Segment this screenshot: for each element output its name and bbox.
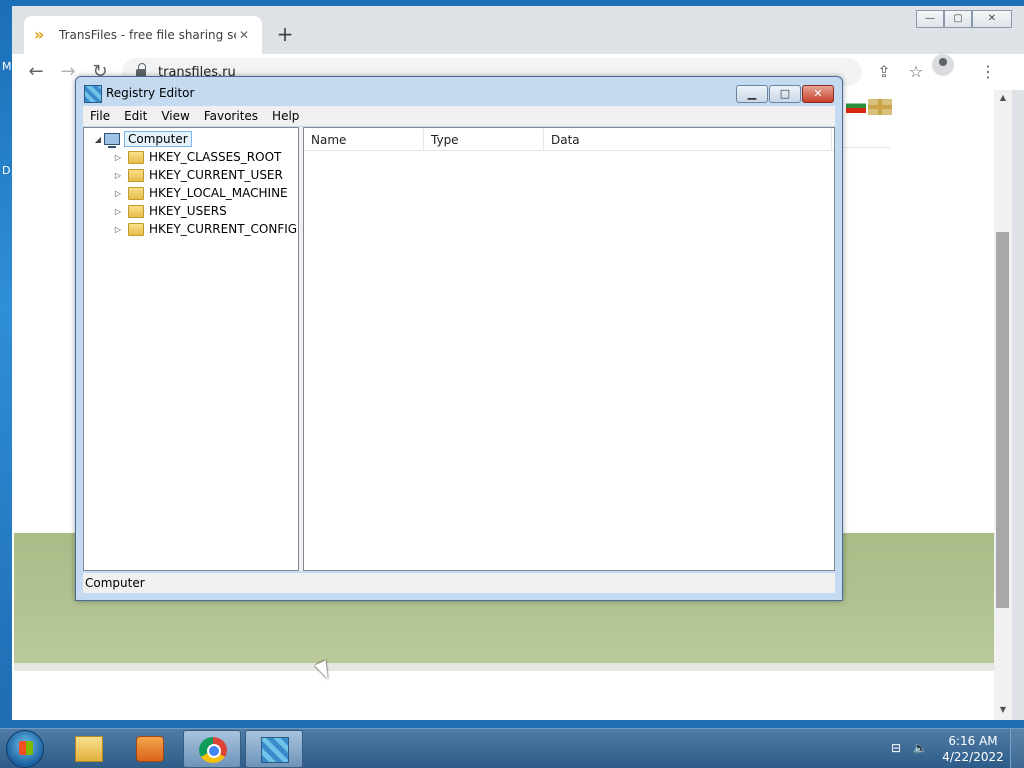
column-header-type[interactable]: Type (424, 129, 544, 151)
maximize-button[interactable]: □ (769, 85, 801, 103)
tree-item-hkey-users[interactable]: ▷ HKEY_USERS (112, 202, 227, 220)
network-icon[interactable]: ⊟ (888, 741, 904, 755)
scroll-up-arrow-icon[interactable]: ▲ (994, 90, 1012, 106)
minimize-button[interactable]: — (916, 10, 944, 28)
show-desktop-button[interactable] (1010, 729, 1024, 768)
menu-favorites[interactable]: Favorites (197, 109, 265, 123)
restore-button[interactable]: ▢ (944, 10, 972, 28)
status-bar: Computer (83, 573, 835, 593)
taskbar: ⊟ 🔈 6:16 AM 4/22/2022 (0, 728, 1024, 768)
menu-edit[interactable]: Edit (117, 109, 154, 123)
menu-view[interactable]: View (154, 109, 196, 123)
tree-item-label: HKEY_USERS (149, 204, 227, 218)
language-flags (846, 99, 892, 115)
browser-titlebar: » TransFiles - free file sharing servi ✕… (12, 6, 1024, 54)
clock-date: 4/22/2022 (942, 750, 1004, 764)
menu-kebab-icon[interactable]: ⋮ (976, 60, 1000, 84)
menu-help[interactable]: Help (265, 109, 306, 123)
close-button[interactable]: ✕ (972, 10, 1012, 28)
taskbar-explorer[interactable] (60, 730, 118, 768)
browser-tab[interactable]: » TransFiles - free file sharing servi ✕ (24, 16, 262, 54)
folder-icon (128, 168, 144, 182)
tab-title: TransFiles - free file sharing servi (59, 28, 236, 42)
media-player-icon (136, 736, 164, 762)
tree-item-hkey-current-config[interactable]: ▷ HKEY_CURRENT_CONFIG (112, 220, 297, 238)
tree-item-label: HKEY_CURRENT_USER (149, 168, 283, 182)
tree-item-hkey-classes-root[interactable]: ▷ HKEY_CLASSES_ROOT (112, 148, 281, 166)
page-footer-strip (14, 663, 994, 671)
taskbar-chrome[interactable] (183, 730, 241, 768)
system-tray: ⊟ 🔈 (888, 741, 928, 755)
profile-avatar[interactable] (932, 54, 954, 76)
start-button[interactable] (6, 730, 44, 768)
regedit-icon (261, 737, 289, 763)
tree-item-hkey-current-user[interactable]: ▷ HKEY_CURRENT_USER (112, 166, 283, 184)
tree-item-label: HKEY_CURRENT_CONFIG (149, 222, 298, 236)
taskbar-clock[interactable]: 6:16 AM 4/22/2022 (940, 733, 1006, 765)
column-header-data[interactable]: Data (544, 129, 832, 151)
expand-arrow-icon[interactable]: ▷ (112, 225, 124, 234)
registry-panes: ◢ Computer ▷ HKEY_CLASSES_ROOT ▷ HKEY_CU… (83, 127, 835, 571)
expand-arrow-icon[interactable]: ▷ (112, 189, 124, 198)
folder-icon (75, 736, 103, 762)
bookmark-star-icon[interactable]: ☆ (904, 60, 928, 84)
tree-item-label: HKEY_CLASSES_ROOT (149, 150, 282, 164)
taskbar-regedit[interactable] (245, 730, 303, 768)
taskbar-media-player[interactable] (121, 730, 179, 768)
expand-arrow-icon[interactable]: ▷ (112, 153, 124, 162)
folder-icon (128, 222, 144, 236)
window-title: Registry Editor (106, 86, 195, 100)
chrome-icon (199, 737, 227, 763)
tree-item-label: HKEY_LOCAL_MACHINE (149, 186, 288, 200)
tree-item-hkey-local-machine[interactable]: ▷ HKEY_LOCAL_MACHINE (112, 184, 288, 202)
tree-root-computer[interactable]: ◢ Computer (92, 130, 192, 148)
divider (842, 147, 890, 148)
minimize-button[interactable]: ▁ (736, 85, 768, 103)
regedit-icon (84, 85, 102, 103)
desktop-text: M (2, 60, 12, 73)
close-button[interactable]: ✕ (802, 85, 834, 103)
scroll-down-arrow-icon[interactable]: ▼ (994, 702, 1012, 718)
tab-close-icon[interactable]: ✕ (236, 28, 252, 42)
registry-editor-window: Registry Editor ▁ □ ✕ File Edit View Fav… (75, 76, 843, 601)
computer-icon (104, 133, 120, 148)
collapse-arrow-icon[interactable]: ◢ (92, 135, 104, 144)
windows-logo-icon (19, 741, 33, 755)
list-header: Name Type Data (304, 129, 834, 151)
scrollbar-thumb[interactable] (996, 232, 1009, 608)
bulgarian-flag-icon[interactable] (846, 99, 866, 113)
volume-icon[interactable]: 🔈 (912, 741, 928, 755)
menu-file[interactable]: File (83, 109, 117, 123)
tree-root-label[interactable]: Computer (124, 131, 192, 147)
folder-icon (128, 204, 144, 218)
registry-tree[interactable]: ◢ Computer ▷ HKEY_CLASSES_ROOT ▷ HKEY_CU… (83, 127, 299, 571)
clock-time: 6:16 AM (948, 734, 998, 748)
page-scrollbar[interactable]: ▲ ▼ (994, 90, 1012, 720)
column-header-name[interactable]: Name (304, 129, 424, 151)
expand-arrow-icon[interactable]: ▷ (112, 207, 124, 216)
share-icon[interactable]: ⇪ (872, 60, 896, 84)
back-button[interactable]: ← (24, 60, 48, 84)
expand-arrow-icon[interactable]: ▷ (112, 171, 124, 180)
transfiles-favicon-icon: » (34, 25, 45, 44)
registry-editor-titlebar[interactable]: Registry Editor ▁ □ ✕ (76, 77, 842, 107)
english-flag-icon[interactable] (868, 99, 892, 115)
menu-bar: File Edit View Favorites Help (83, 106, 835, 126)
registry-values-list[interactable]: Name Type Data (303, 127, 835, 571)
new-tab-button[interactable]: + (274, 24, 296, 46)
folder-icon (128, 150, 144, 164)
desktop-text: D (2, 164, 11, 177)
folder-icon (128, 186, 144, 200)
